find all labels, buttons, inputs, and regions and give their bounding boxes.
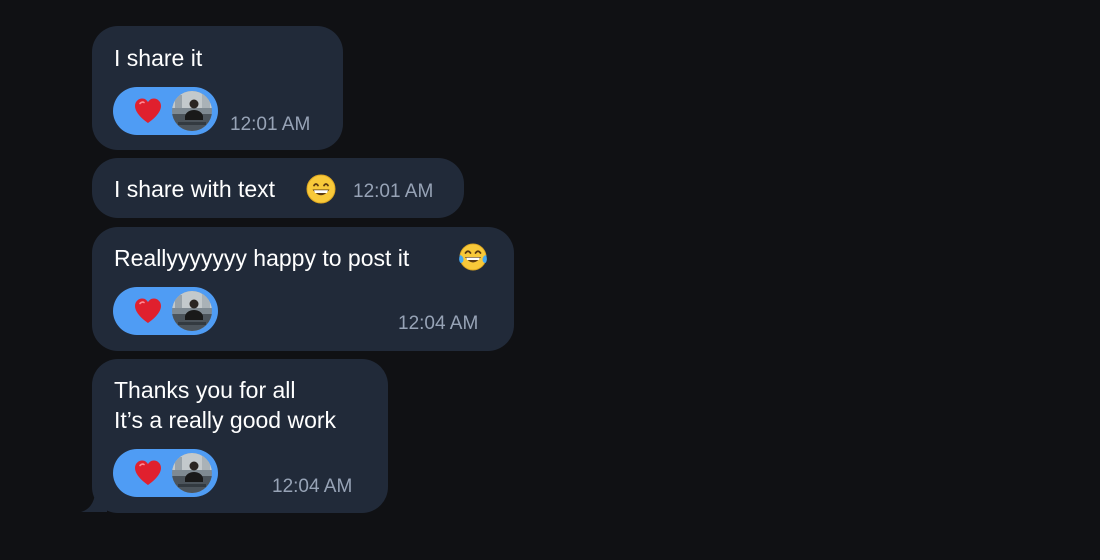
heart-icon <box>135 460 161 485</box>
message-text: I share with text <box>114 176 276 202</box>
bubble-tail <box>81 482 107 512</box>
message-bubble[interactable]: I share with text 12:01 AM <box>92 158 464 218</box>
message-text: Reallyyyyyyy happy to post it <box>114 245 410 271</box>
tears-of-joy-icon <box>459 243 487 271</box>
avatar[interactable] <box>172 91 212 131</box>
message-timestamp: 12:04 AM <box>272 476 353 497</box>
message-bubble[interactable]: Reallyyyyyyy happy to post it 12:04 AM <box>92 227 514 351</box>
reaction-pill[interactable] <box>113 287 218 335</box>
reaction-pill[interactable] <box>113 449 218 497</box>
message-timestamp: 12:01 AM <box>230 114 311 135</box>
reaction-pill[interactable] <box>113 87 218 135</box>
chat-thread: I share it 12:01 AM I share with text 12… <box>0 0 1100 560</box>
grinning-face-icon <box>306 174 336 204</box>
heart-icon <box>135 298 161 323</box>
message-bubble[interactable]: Thanks you for all It’s a really good wo… <box>92 359 388 513</box>
message-text-line: It’s a really good work <box>114 407 337 433</box>
avatar[interactable] <box>172 291 212 331</box>
message-timestamp: 12:01 AM <box>353 181 434 202</box>
message-text-line: Thanks you for all <box>114 377 296 403</box>
avatar[interactable] <box>172 453 212 493</box>
message-bubble[interactable]: I share it 12:01 AM <box>92 26 343 150</box>
message-timestamp: 12:04 AM <box>398 313 479 334</box>
heart-icon <box>135 98 161 123</box>
message-text: I share it <box>114 45 203 71</box>
